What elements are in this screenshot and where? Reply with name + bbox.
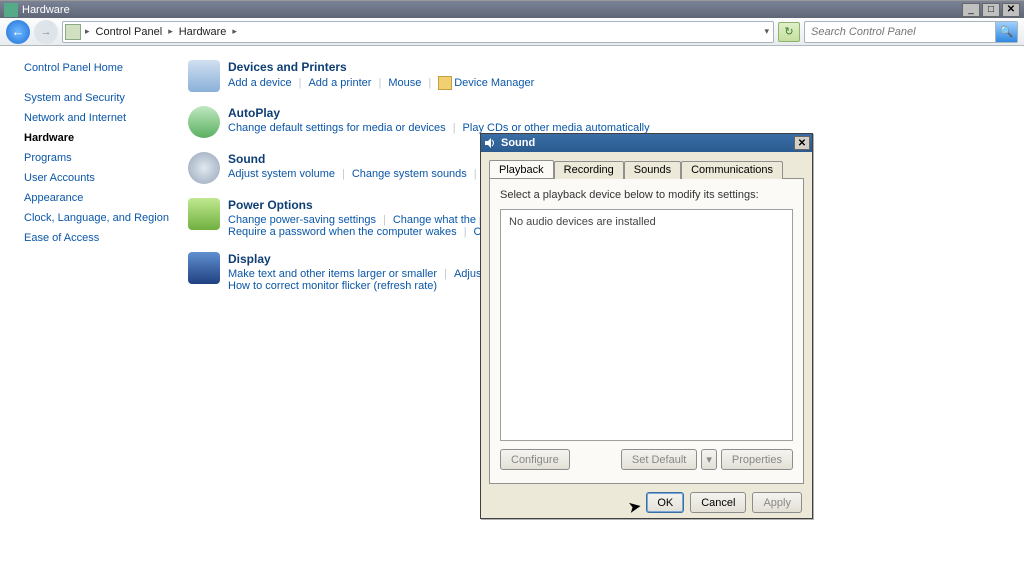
forward-button[interactable]: → <box>34 20 58 44</box>
navigation-bar: ← → ▸ Control Panel ▸ Hardware ▸ ▾ ↻ 🔍 <box>0 18 1024 46</box>
sidebar-item-clock-language-region[interactable]: Clock, Language, and Region <box>24 212 178 224</box>
speaker-icon <box>483 136 497 150</box>
link-adjust-volume[interactable]: Adjust system volume <box>228 168 335 180</box>
tab-sounds[interactable]: Sounds <box>624 161 681 179</box>
tab-communications[interactable]: Communications <box>681 161 783 179</box>
sidebar-item-hardware[interactable]: Hardware <box>24 132 178 144</box>
dropdown-icon[interactable]: ▾ <box>762 26 771 37</box>
link-mouse[interactable]: Mouse <box>388 77 421 89</box>
crumb-hardware[interactable]: Hardware <box>177 26 229 38</box>
crumb-control-panel[interactable]: Control Panel <box>94 26 165 38</box>
tab-playback[interactable]: Playback <box>489 160 554 178</box>
sound-dialog-title: Sound <box>501 137 535 149</box>
link-require-password[interactable]: Require a password when the computer wak… <box>228 226 457 238</box>
link-monitor-flicker[interactable]: How to correct monitor flicker (refresh … <box>228 280 437 292</box>
sound-icon <box>188 152 220 184</box>
search-box: 🔍 <box>804 21 1018 43</box>
display-icon <box>188 252 220 284</box>
apply-button: Apply <box>752 492 802 513</box>
window-titlebar: Hardware _ □ ✕ <box>0 0 1024 18</box>
device-manager-icon <box>438 76 452 90</box>
set-default-dropdown: ▾ <box>701 449 717 470</box>
breadcrumb[interactable]: ▸ Control Panel ▸ Hardware ▸ ▾ <box>62 21 774 43</box>
sound-dialog-close-button[interactable]: ✕ <box>794 136 810 150</box>
link-text-size[interactable]: Make text and other items larger or smal… <box>228 268 437 280</box>
close-button[interactable]: ✕ <box>1002 3 1020 17</box>
maximize-button[interactable]: □ <box>982 3 1000 17</box>
back-button[interactable]: ← <box>6 20 30 44</box>
properties-button: Properties <box>721 449 793 470</box>
power-options-icon <box>188 198 220 230</box>
location-icon <box>65 24 81 40</box>
search-button[interactable]: 🔍 <box>995 22 1017 42</box>
link-add-printer[interactable]: Add a printer <box>308 77 371 89</box>
category-title-devices[interactable]: Devices and Printers <box>228 60 534 74</box>
chevron-right-icon[interactable]: ▸ <box>230 26 239 37</box>
playback-device-list[interactable]: No audio devices are installed <box>500 209 793 441</box>
configure-button: Configure <box>500 449 570 470</box>
sound-dialog-titlebar[interactable]: Sound ✕ <box>481 134 812 152</box>
sidebar-home[interactable]: Control Panel Home <box>24 62 178 74</box>
category-title-display[interactable]: Display <box>228 252 521 266</box>
chevron-right-icon[interactable]: ▸ <box>83 26 92 37</box>
autoplay-icon <box>188 106 220 138</box>
sound-dialog: Sound ✕ Playback Recording Sounds Commun… <box>480 133 813 519</box>
cancel-button[interactable]: Cancel <box>690 492 746 513</box>
sidebar-item-programs[interactable]: Programs <box>24 152 178 164</box>
tab-panel-playback: Select a playback device below to modify… <box>489 178 804 484</box>
sidebar-item-network-internet[interactable]: Network and Internet <box>24 112 178 124</box>
tab-recording[interactable]: Recording <box>554 161 624 179</box>
control-panel-icon <box>4 3 18 17</box>
category-title-power[interactable]: Power Options <box>228 198 523 212</box>
set-default-button: Set Default <box>621 449 697 470</box>
sidebar-item-appearance[interactable]: Appearance <box>24 192 178 204</box>
minimize-button[interactable]: _ <box>962 3 980 17</box>
sound-tabstrip: Playback Recording Sounds Communications <box>481 152 812 178</box>
link-device-manager[interactable]: Device Manager <box>454 77 534 89</box>
link-power-saving[interactable]: Change power-saving settings <box>228 214 376 226</box>
sidebar: Control Panel Home System and Security N… <box>0 46 178 573</box>
refresh-button[interactable]: ↻ <box>778 22 800 42</box>
window-title: Hardware <box>22 4 70 16</box>
chevron-right-icon[interactable]: ▸ <box>166 26 175 37</box>
no-devices-message: No audio devices are installed <box>509 216 656 228</box>
playback-instruction: Select a playback device below to modify… <box>500 189 793 201</box>
search-input[interactable] <box>805 26 995 38</box>
sidebar-item-system-security[interactable]: System and Security <box>24 92 178 104</box>
link-add-device[interactable]: Add a device <box>228 77 292 89</box>
link-change-sounds[interactable]: Change system sounds <box>352 168 467 180</box>
category-title-autoplay[interactable]: AutoPlay <box>228 106 650 120</box>
ok-button[interactable]: OK <box>646 492 684 513</box>
sidebar-item-user-accounts[interactable]: User Accounts <box>24 172 178 184</box>
link-change-media-defaults[interactable]: Change default settings for media or dev… <box>228 122 446 134</box>
sidebar-item-ease-of-access[interactable]: Ease of Access <box>24 232 178 244</box>
devices-printers-icon <box>188 60 220 92</box>
